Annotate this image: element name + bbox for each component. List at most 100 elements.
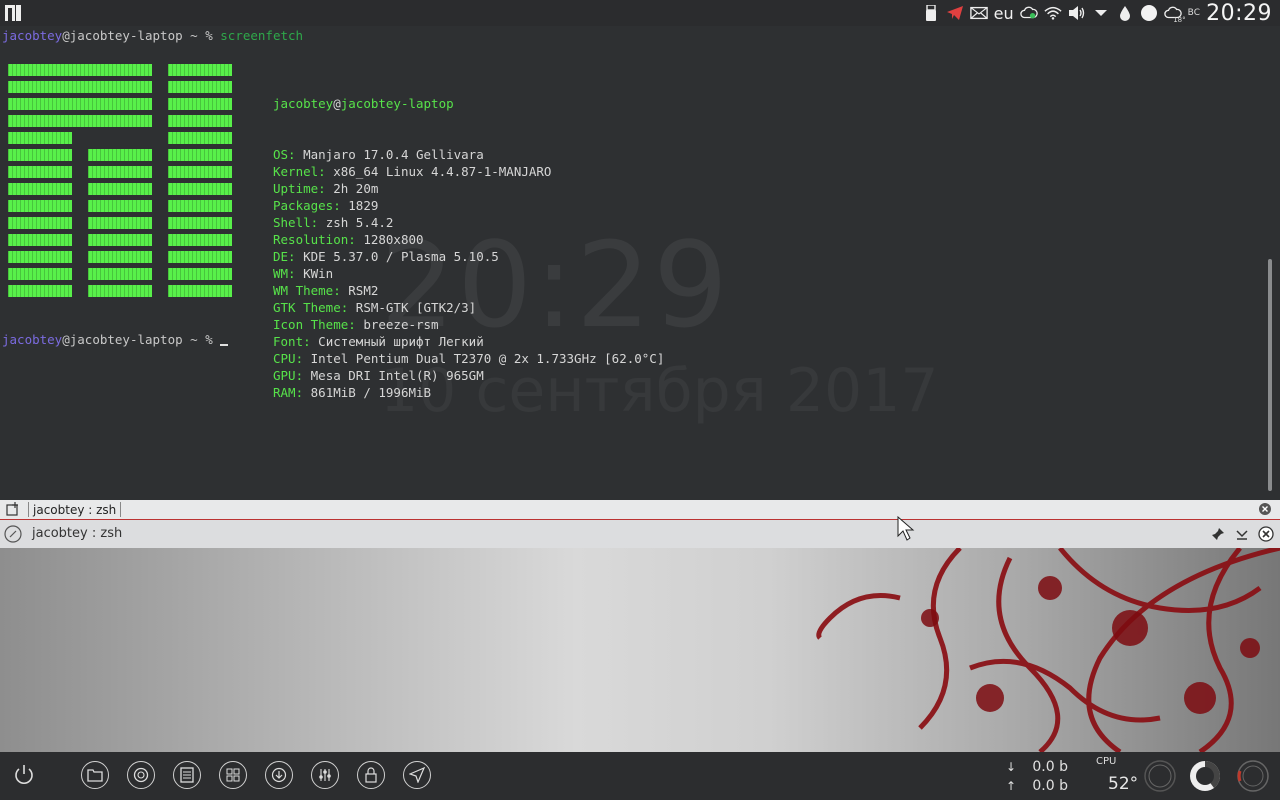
folder-icon (87, 769, 103, 782)
launcher-browser[interactable] (127, 761, 155, 789)
info-value: x86_64 Linux 4.4.87-1-MANJARO (333, 164, 552, 179)
logo-block (168, 268, 232, 280)
system-tray: eu 18° ВС 20:29 (922, 0, 1272, 26)
close-tab-icon[interactable] (1258, 502, 1272, 516)
info-key: GPU: (273, 368, 304, 383)
logo-block (8, 115, 152, 127)
power-button[interactable] (10, 761, 38, 789)
mail-icon[interactable] (969, 4, 988, 22)
info-value: zsh 5.4.2 (325, 215, 394, 230)
drop-icon[interactable] (1116, 4, 1134, 22)
terminal-app-icon[interactable] (4, 525, 22, 543)
launcher-apps[interactable] (219, 761, 247, 789)
info-line: Shell: zsh 5.4.2 (273, 214, 664, 231)
wifi-icon[interactable] (1044, 4, 1062, 22)
launcher-text-editor[interactable] (173, 761, 201, 789)
prompt-user: jacobtey (2, 28, 63, 43)
cpu-load-gauge[interactable] (1143, 759, 1177, 793)
keyboard-layout[interactable]: eu (994, 4, 1014, 23)
logo-block (88, 183, 152, 195)
day-label: ВС (1187, 8, 1201, 18)
network-monitor[interactable]: ↓ 0.0 b ↑ 0.0 b (1006, 758, 1068, 796)
launcher-telegram[interactable] (403, 761, 431, 789)
launcher-files[interactable] (81, 761, 109, 789)
info-key: Icon Theme: (273, 317, 356, 332)
logo-block (8, 81, 152, 93)
logo-block (8, 149, 72, 161)
manjaro-logo-icon[interactable] (4, 4, 22, 22)
lock-icon (365, 767, 377, 783)
usb-drive-icon[interactable] (922, 4, 940, 22)
info-key: DE: (273, 249, 296, 264)
volume-icon[interactable] (1068, 4, 1086, 22)
info-value: KWin (303, 266, 334, 281)
info-line: RAM: 861MiB / 1996MiB (273, 384, 664, 401)
top-panel: eu 18° ВС 20:29 (0, 0, 1280, 26)
info-key: OS: (273, 147, 296, 162)
logo-block (8, 64, 152, 76)
logo-block (8, 132, 72, 144)
info-key: GTK Theme: (273, 300, 349, 315)
apps-grid-icon (226, 768, 240, 782)
info-line: GPU: Mesa DRI Intel(R) 965GM (273, 367, 664, 384)
window-titlebar[interactable]: jacobtey : zsh (0, 520, 1280, 548)
minimize-icon[interactable] (1234, 526, 1250, 542)
memory-gauge[interactable] (1188, 759, 1222, 793)
cloud-sync-icon[interactable] (1019, 4, 1038, 22)
prompt-line-1: jacobtey@jacobtey-laptop ~ % screenfetch (2, 27, 303, 44)
logo-block (88, 285, 152, 297)
info-value: Intel Pentium Dual T2370 @ 2x 1.733GHz [… (310, 351, 665, 366)
swap-gauge[interactable] (1236, 759, 1270, 793)
cpu-temp[interactable]: 52° (1108, 774, 1138, 794)
close-window-icon[interactable] (1258, 526, 1274, 542)
terminal-scrollbar[interactable] (1268, 259, 1272, 491)
info-value: 1280x800 (363, 232, 424, 247)
info-line: Icon Theme: breeze-rsm (273, 316, 664, 333)
info-line: WM: KWin (273, 265, 664, 282)
sliders-icon (319, 769, 331, 781)
document-icon (180, 767, 194, 783)
info-value: 861MiB / 1996MiB (310, 385, 432, 400)
logo-block (168, 183, 232, 195)
logo-block (168, 115, 232, 127)
info-line: GTK Theme: RSM-GTK [GTK2/3] (273, 299, 664, 316)
logo-block (8, 268, 72, 280)
weather-cloud-icon[interactable]: 18° (1163, 4, 1186, 24)
logo-block (8, 285, 72, 297)
upload-arrow-icon: ↑ (1006, 779, 1017, 793)
prompt-line-2[interactable]: jacobtey@jacobtey-laptop ~ % (2, 332, 229, 347)
logo-block (8, 251, 72, 263)
night-color-icon[interactable] (1140, 4, 1158, 22)
logo-block (168, 64, 232, 76)
logo-block (88, 251, 152, 263)
telegram-icon[interactable] (946, 4, 964, 22)
launcher-downloads[interactable] (265, 761, 293, 789)
terminal-tab-bar: jacobtey : zsh (0, 500, 1280, 520)
net-down-rate: 0.0 b (1032, 759, 1068, 775)
net-up-rate: 0.0 b (1032, 778, 1068, 794)
launcher-mixer[interactable] (311, 761, 339, 789)
clock[interactable]: 20:29 (1206, 1, 1272, 26)
logo-block (8, 166, 72, 178)
info-line: Kernel: x86_64 Linux 4.4.87-1-MANJARO (273, 163, 664, 180)
launcher-vpn[interactable] (357, 761, 385, 789)
info-line: OS: Manjaro 17.0.4 Gellivara (273, 146, 664, 163)
logo-block (88, 234, 152, 246)
chevron-down-icon[interactable] (1092, 4, 1110, 22)
cpu-label: CPU (1096, 756, 1117, 767)
download-arrow-icon: ↓ (1006, 760, 1017, 774)
info-key: Packages: (273, 198, 341, 213)
tab-zsh[interactable]: jacobtey : zsh (28, 502, 122, 517)
info-value: Manjaro 17.0.4 Gellivara (303, 147, 484, 162)
logo-block (168, 217, 232, 229)
window-title: jacobtey : zsh (32, 526, 123, 541)
terminal-window[interactable]: 20:29 10 сентября 2017 jacobtey@jacobtey… (0, 26, 1280, 500)
weather-temp: 18° (1173, 16, 1186, 24)
info-key: Kernel: (273, 164, 326, 179)
info-line: WM Theme: RSM2 (273, 282, 664, 299)
prompt-host: @jacobtey-laptop ~ % (62, 28, 221, 43)
new-tab-icon[interactable] (6, 502, 20, 516)
text-cursor (220, 344, 229, 346)
pin-icon[interactable] (1210, 526, 1226, 542)
logo-block (8, 217, 72, 229)
